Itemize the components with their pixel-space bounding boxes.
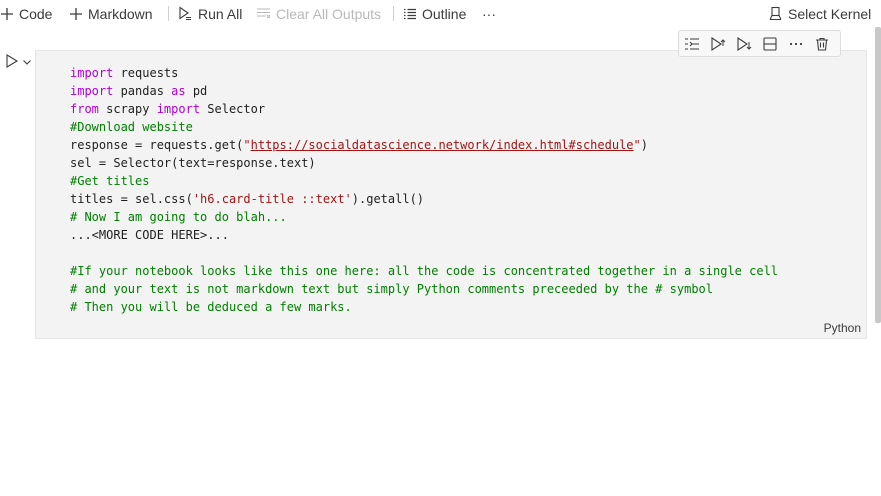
execute-above-cells-button[interactable]	[705, 31, 731, 56]
kernel-icon	[768, 6, 783, 21]
string-quote: "	[243, 138, 251, 152]
code-text: response = requests.get(	[70, 138, 244, 152]
ellipsis-icon	[789, 42, 803, 45]
code-text: Selector	[200, 102, 266, 116]
trash-icon	[816, 37, 828, 51]
code-text: titles = sel.css(	[70, 192, 193, 206]
string-literal: 'h6.card-title ::text'	[192, 192, 352, 206]
code-comment: #Get titles	[70, 174, 150, 188]
code-text: scrapy	[98, 102, 157, 116]
code-line: response = requests.get("https://sociald…	[70, 138, 648, 152]
select-kernel-button[interactable]: Select Kernel	[768, 0, 871, 27]
code-line: from scrapy import Selector	[70, 102, 265, 116]
keyword: import	[70, 66, 114, 80]
run-by-line-button[interactable]	[679, 31, 705, 56]
toolbar-separator	[393, 6, 394, 21]
select-kernel-label: Select Kernel	[788, 5, 872, 22]
split-cell-icon	[763, 36, 777, 51]
cell-collapse-toggle[interactable]	[21, 55, 33, 67]
list-icon	[403, 7, 417, 21]
outline-button[interactable]: Outline	[403, 0, 466, 27]
code-line: import pandas as pd	[70, 84, 207, 98]
more-actions-button[interactable]: ···	[482, 0, 496, 27]
code-text: )	[640, 138, 648, 152]
cell-toolbar	[678, 30, 841, 57]
run-all-icon	[178, 6, 193, 21]
add-markdown-cell-button[interactable]: Markdown	[69, 0, 153, 27]
chevron-down-icon	[23, 60, 31, 65]
code-line: import requests	[70, 66, 178, 80]
code-comment: #If your notebook looks like this one he…	[70, 264, 779, 278]
vertical-scrollbar[interactable]	[875, 27, 881, 323]
keyword: from	[70, 102, 99, 116]
keyword: import	[70, 84, 114, 98]
keyword: import	[156, 102, 201, 116]
code-comment: # Then you will be deduced a few marks.	[70, 300, 352, 314]
delete-cell-button[interactable]	[809, 31, 835, 56]
code-comment: # Now I am going to do blah...	[70, 210, 287, 224]
cell-language-label[interactable]: Python	[824, 321, 861, 335]
outline-label: Outline	[422, 5, 467, 22]
code-comment: # and your text is not markdown text but…	[70, 282, 713, 296]
plus-icon	[69, 7, 83, 21]
run-all-button[interactable]: Run All	[178, 0, 242, 27]
add-code-cell-button[interactable]: Code	[0, 0, 52, 27]
execute-cell-and-below-button[interactable]	[731, 31, 757, 56]
run-below-icon	[737, 36, 752, 51]
code-text: pd	[185, 84, 208, 98]
url-link[interactable]: https://socialdatascience.network/index.…	[251, 138, 634, 152]
plus-icon	[0, 7, 14, 21]
code-text: pandas	[113, 84, 172, 98]
run-above-icon	[711, 36, 726, 51]
run-by-line-icon	[685, 37, 699, 50]
add-code-label: Code	[19, 5, 53, 22]
code-line: ...<MORE CODE HERE>...	[70, 228, 229, 242]
toolbar-separator	[168, 6, 169, 21]
notebook-toolbar: Code Markdown Run All Clear All Outputs …	[0, 0, 881, 27]
string-quote: "	[633, 138, 641, 152]
play-icon	[6, 54, 19, 68]
code-text: ).getall()	[351, 192, 425, 206]
clear-all-outputs-label: Clear All Outputs	[276, 5, 382, 22]
clear-outputs-icon	[256, 6, 271, 21]
code-editor[interactable]: import requests import pandas as pd from…	[70, 64, 778, 316]
execute-cell-button[interactable]	[4, 53, 20, 69]
add-markdown-label: Markdown	[88, 5, 153, 22]
run-all-label: Run All	[198, 5, 243, 22]
clear-all-outputs-button[interactable]: Clear All Outputs	[256, 0, 381, 27]
code-comment: #Download website	[70, 120, 193, 134]
split-cell-button[interactable]	[757, 31, 783, 56]
more-label: ···	[482, 5, 496, 22]
code-cell[interactable]: import requests import pandas as pd from…	[35, 50, 867, 339]
code-line: sel = Selector(text=response.text)	[70, 156, 316, 170]
more-cell-actions-button[interactable]	[783, 31, 809, 56]
keyword: as	[171, 84, 186, 98]
code-text: requests	[113, 66, 179, 80]
code-line: titles = sel.css('h6.card-title ::text')…	[70, 192, 424, 206]
